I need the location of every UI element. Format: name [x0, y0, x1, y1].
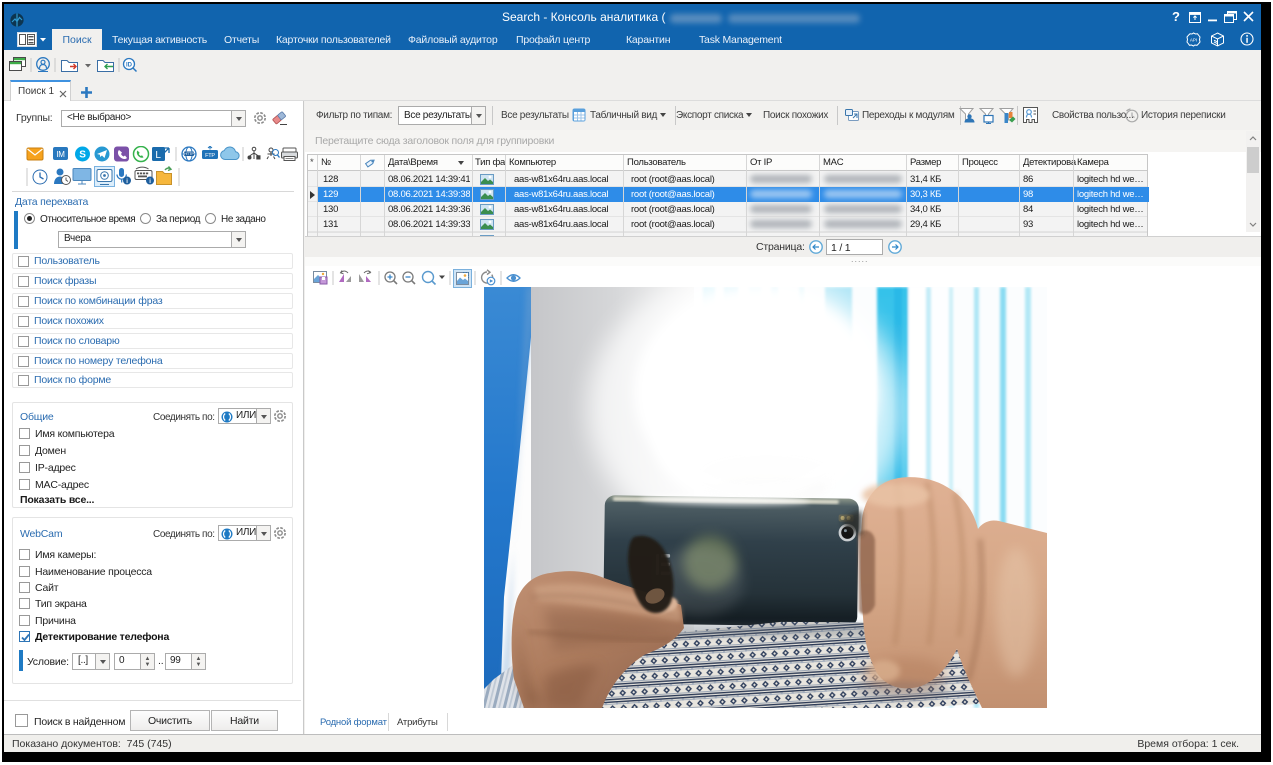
svg-text:L: L — [155, 150, 161, 161]
svg-text:FTP: FTP — [205, 153, 215, 159]
svg-text:S: S — [79, 150, 86, 161]
svg-text:API: API — [1190, 38, 1197, 43]
svg-text:ID: ID — [126, 62, 133, 68]
svg-text:HTTP: HTTP — [184, 151, 194, 156]
svg-text:IM: IM — [56, 150, 65, 159]
